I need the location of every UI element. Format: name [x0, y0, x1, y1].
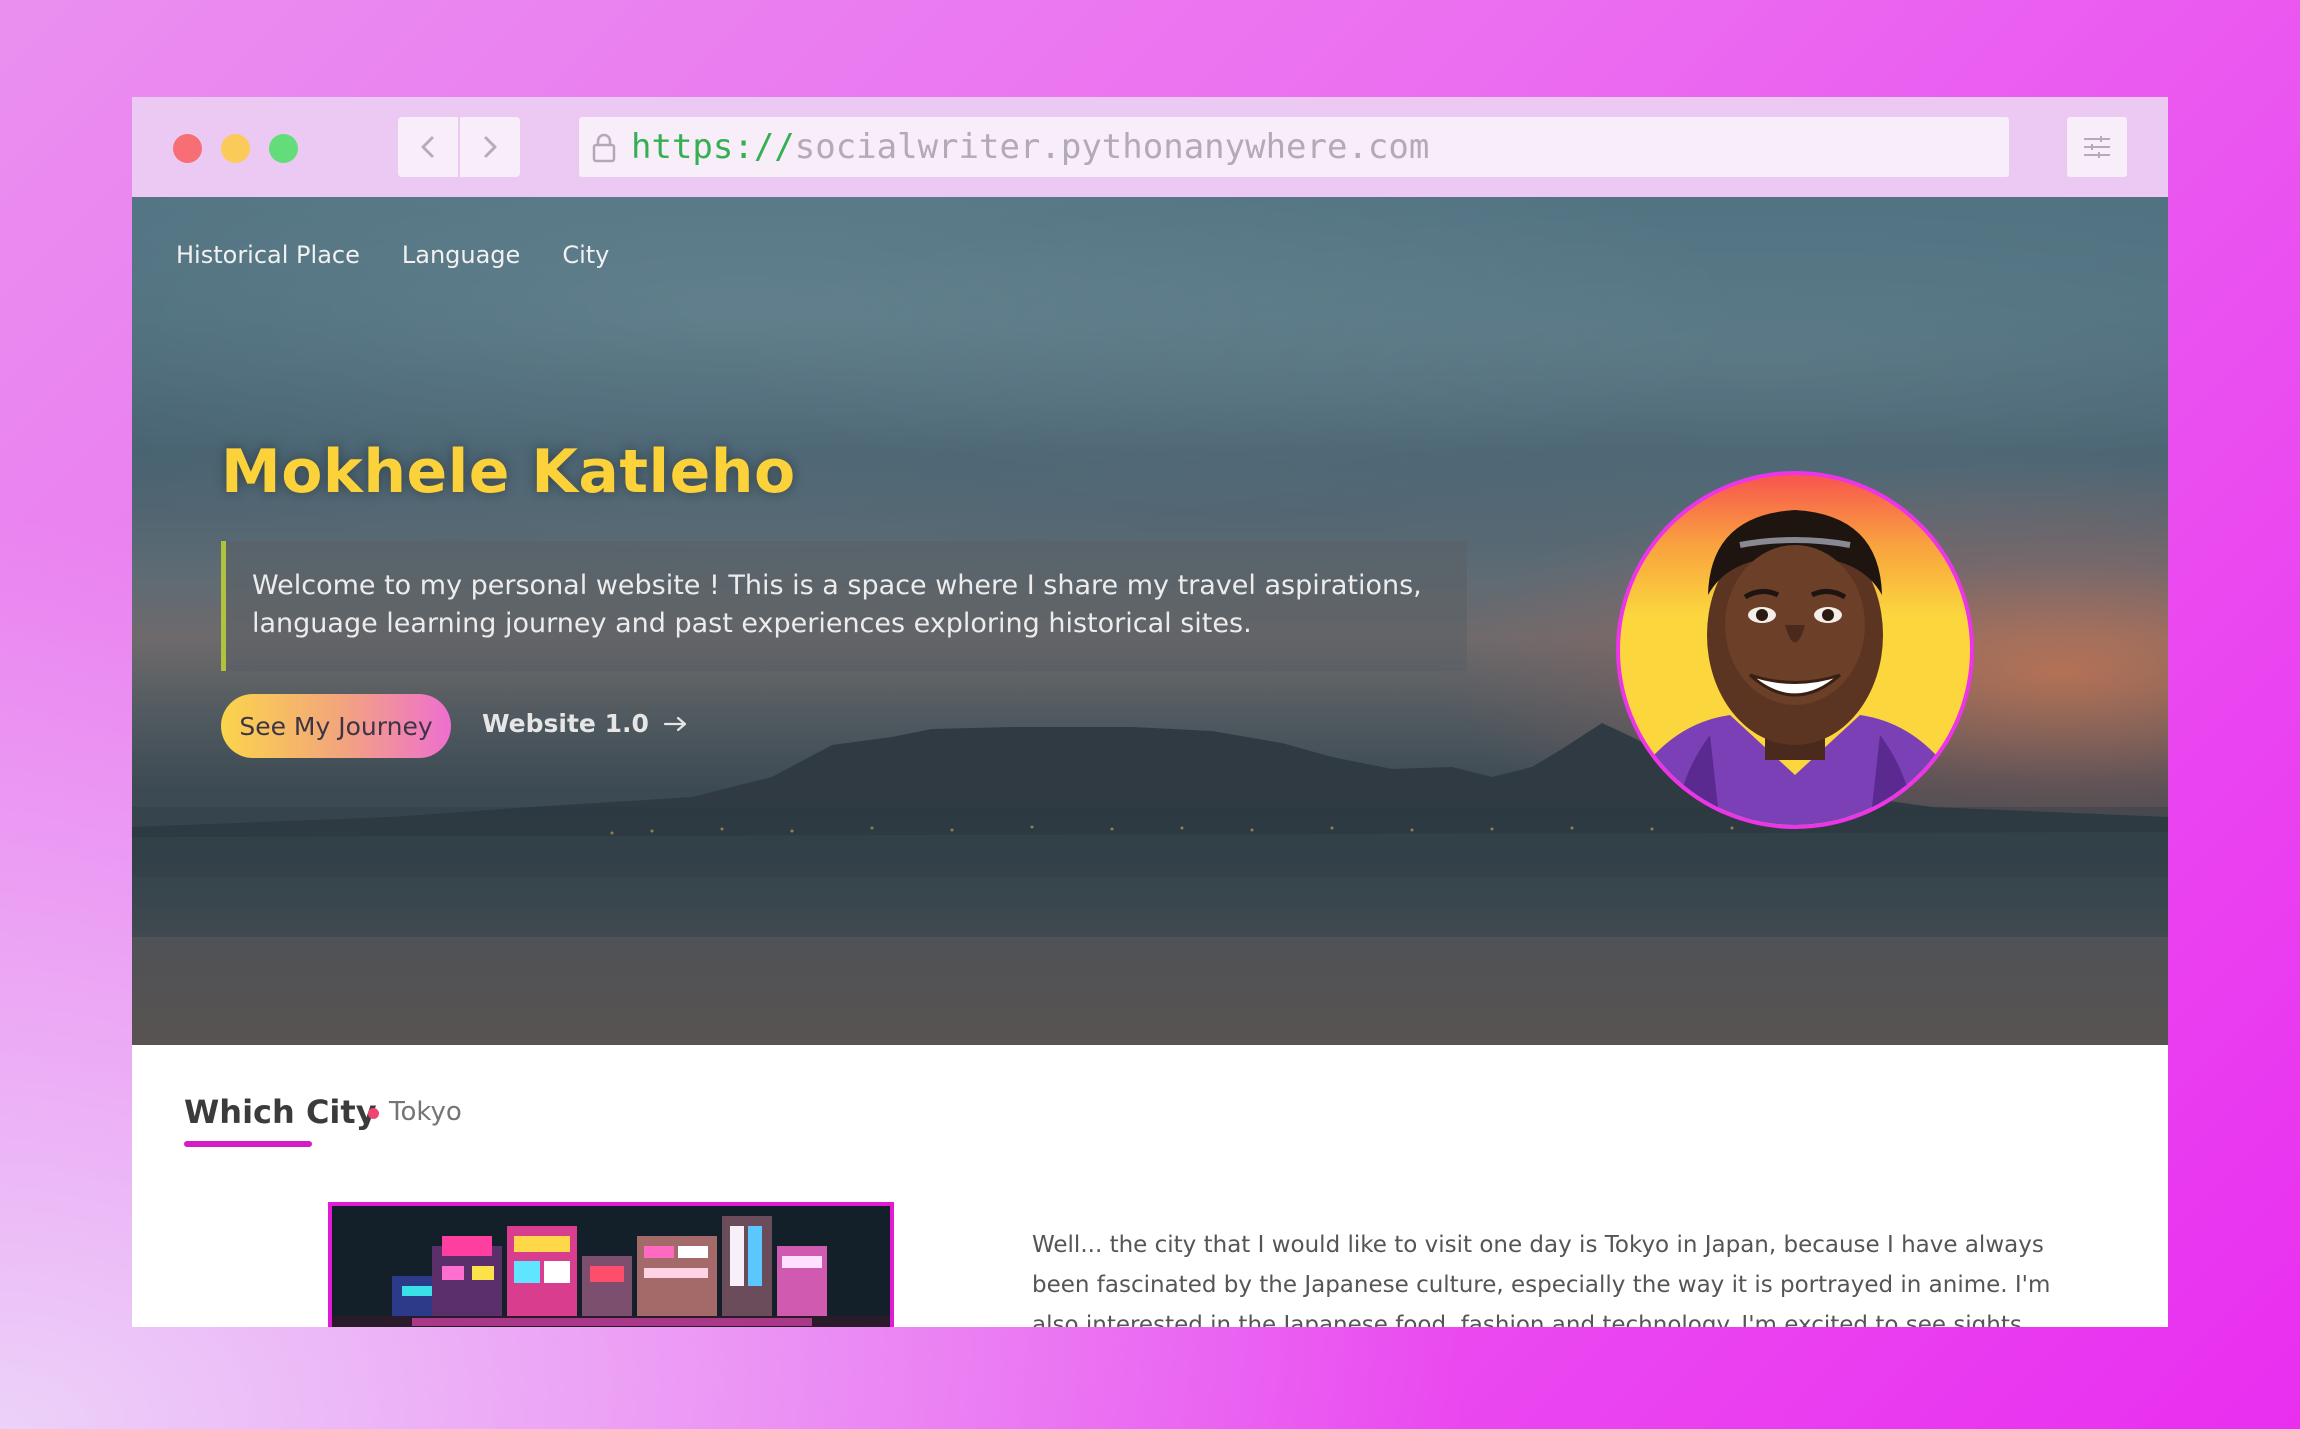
- forward-button[interactable]: [460, 117, 520, 177]
- hero-name: Mokhele Katleho: [221, 437, 796, 507]
- nav-city[interactable]: City: [562, 241, 609, 269]
- profile-avatar: [1616, 471, 1974, 829]
- section-underline: [184, 1141, 312, 1147]
- url-protocol: https://: [631, 127, 795, 167]
- settings-button[interactable]: [2067, 117, 2127, 177]
- hero-sea: [132, 807, 2168, 947]
- url-host: socialwriter.pythonanywhere.com: [794, 127, 1430, 167]
- minimize-window-dot[interactable]: [221, 134, 250, 163]
- arrow-right-icon: [663, 716, 686, 731]
- nav-language[interactable]: Language: [402, 241, 520, 269]
- sliders-icon: [2084, 136, 2110, 158]
- tokyo-photo: [328, 1202, 894, 1327]
- intro-quote: Welcome to my personal website ! This is…: [221, 541, 1467, 671]
- chevron-right-icon: [484, 136, 497, 158]
- url-text: https://socialwriter.pythonanywhere.com: [631, 127, 1429, 167]
- section-subtitle: Tokyo: [389, 1097, 462, 1127]
- tokyo-night-street: [332, 1206, 890, 1327]
- nav-historical-place[interactable]: Historical Place: [176, 241, 360, 269]
- chevron-left-icon: [421, 136, 434, 158]
- hero-banner: Historical Place Language City Mokhele K…: [132, 197, 2168, 1045]
- site-nav: Historical Place Language City: [176, 241, 609, 269]
- which-city-section: Which City Tokyo Well... the city that I…: [132, 1045, 2168, 1327]
- maximize-window-dot[interactable]: [269, 134, 298, 163]
- hero-beach: [132, 937, 2168, 1045]
- website-1-label: Website 1.0: [482, 709, 649, 738]
- address-bar[interactable]: https://socialwriter.pythonanywhere.com: [579, 117, 2009, 177]
- avatar-portrait: [1620, 510, 1970, 825]
- browser-window: https://socialwriter.pythonanywhere.com …: [132, 97, 2168, 1327]
- city-description: Well... the city that I would like to vi…: [1032, 1232, 2051, 1327]
- section-title: Which City: [184, 1093, 377, 1131]
- lock-icon: [591, 132, 617, 168]
- see-my-journey-button[interactable]: See My Journey: [221, 694, 451, 758]
- intro-text: Welcome to my personal website ! This is…: [252, 570, 1422, 639]
- back-button[interactable]: [398, 117, 458, 177]
- section-dot: [368, 1108, 379, 1119]
- website-1-link[interactable]: Website 1.0: [482, 709, 689, 738]
- browser-toolbar: https://socialwriter.pythonanywhere.com: [132, 97, 2168, 197]
- close-window-dot[interactable]: [173, 134, 202, 163]
